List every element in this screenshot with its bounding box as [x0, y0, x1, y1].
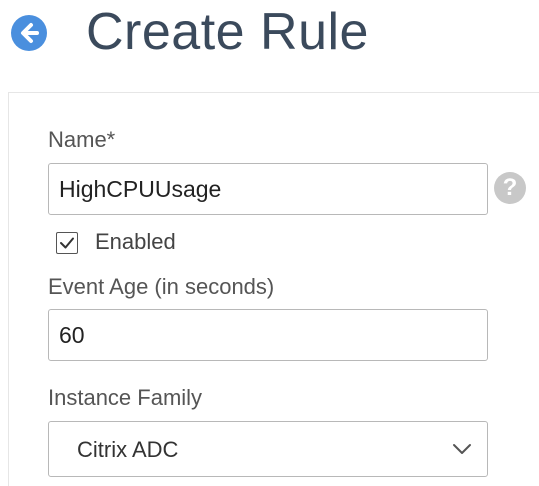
enabled-label: Enabled [95, 229, 176, 254]
question-mark-icon[interactable]: ? [494, 172, 526, 204]
instance-family-label: Instance Family [48, 385, 203, 410]
instance-family-select[interactable]: Citrix ADC [48, 421, 488, 477]
create-rule-page: Create Rule Name* ? Enabled Event Age (i… [0, 0, 539, 486]
name-label: Name* [48, 127, 116, 152]
page-title: Create Rule [86, 3, 369, 61]
checkmark-icon [60, 237, 74, 249]
event-age-input[interactable] [48, 309, 488, 361]
name-input[interactable] [48, 163, 488, 215]
enabled-checkbox[interactable] [56, 232, 78, 254]
instance-family-value: Citrix ADC [77, 437, 179, 462]
chevron-down-icon [453, 444, 471, 454]
event-age-label: Event Age (in seconds) [48, 274, 275, 299]
back-button[interactable] [11, 15, 47, 51]
arrow-left-circle-icon [21, 23, 39, 43]
page-header: Create Rule [0, 0, 539, 70]
